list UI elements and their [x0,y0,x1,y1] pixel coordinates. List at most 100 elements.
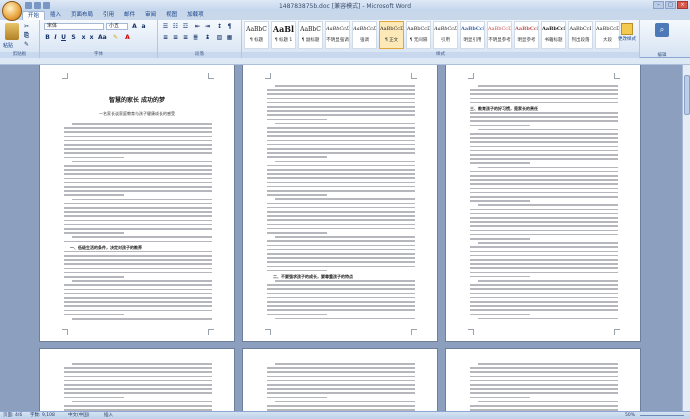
style-sample: AaBl [272,24,295,34]
tab-review[interactable]: 审阅 [140,11,161,20]
line-spacing-icon[interactable]: ↨ [204,34,211,41]
style-intense-quote[interactable]: AaBbCcDo 明显引用 [460,21,485,49]
style-emphasis[interactable]: AaBbCcD 强调 [352,21,377,49]
tab-view[interactable]: 视图 [161,11,182,20]
tab-mailings[interactable]: 邮件 [119,11,140,20]
page-count[interactable]: 页面: 4/6 [3,412,22,419]
text-line [470,112,618,114]
align-right-icon[interactable]: ≡ [182,34,189,41]
style-normal[interactable]: AaBbCcDo ¶ 正文 [379,21,404,49]
borders-icon[interactable]: ▦ [226,34,233,41]
text-line [470,301,618,303]
font-name-select[interactable]: 宋体 [44,23,104,30]
text-line [470,217,618,219]
underline-icon[interactable]: U [60,34,67,41]
word-count[interactable]: 字数: 9,108 [30,412,55,419]
insert-mode[interactable]: 插入 [104,412,113,419]
subscript-icon[interactable]: x [80,34,87,41]
cut-icon[interactable]: ✂ [23,23,30,30]
clipboard-group: 粘贴 ✂ ⎘ ✎ 剪贴板 [0,20,40,58]
text-line [267,223,415,226]
minimize-button[interactable]: – [653,1,664,9]
text-line [267,101,415,104]
text-line [470,392,618,394]
shrink-font-icon[interactable]: a [140,23,147,30]
scrollbar-thumb[interactable] [684,75,690,115]
change-styles-button[interactable]: 更改样式 [616,23,638,42]
maximize-button[interactable]: □ [665,1,676,9]
font-color-icon[interactable]: A [124,34,131,41]
sort-icon[interactable]: ↕ [216,23,223,30]
style-quote[interactable]: AaBbCcDo 引用 [433,21,458,49]
highlight-icon[interactable]: ✎ [112,34,119,41]
text-line [64,276,124,278]
style-title[interactable]: AaBbC ¶ 标题 [244,21,269,49]
find-icon[interactable]: ⌕ [655,23,669,37]
zoom-level[interactable]: 50% [625,412,635,419]
style-sample: AaBbCcD [353,26,377,32]
office-button[interactable] [2,1,22,21]
decrease-indent-icon[interactable]: ⇤ [194,23,201,30]
shading-icon[interactable]: ▨ [216,34,223,41]
style-intense-reference[interactable]: AaBbCcDo 明显参考 [514,21,539,49]
style-subtle-emphasis[interactable]: AaBbCcDo 不明显强调 [325,21,350,49]
tab-insert[interactable]: 插入 [45,11,66,20]
tab-home[interactable]: 开始 [22,11,46,20]
grow-font-icon[interactable]: A [131,23,138,30]
style-subtle-reference[interactable]: AaBbCcDo 不明显参考 [487,21,512,49]
tab-addins[interactable]: 加载项 [182,11,209,20]
text-line [267,240,415,242]
superscript-icon[interactable]: x [88,34,95,41]
text-line [267,375,415,378]
italic-icon[interactable]: I [52,34,59,41]
text-line [470,259,618,261]
bullets-icon[interactable]: ☰ [162,23,169,30]
tab-references[interactable]: 引用 [98,11,119,20]
style-list-paragraph[interactable]: AaBbCcI 列出段落 [568,21,593,49]
strikethrough-icon[interactable]: S [70,34,77,41]
text-line [267,181,415,184]
font-size-select[interactable]: 小五 [106,23,128,30]
increase-indent-icon[interactable]: ⇥ [204,23,211,30]
bold-icon[interactable]: B [44,34,51,41]
save-icon[interactable] [25,2,32,9]
language-indicator[interactable]: 中文(中国) [68,412,90,419]
paste-button[interactable]: 粘贴 [3,42,13,49]
paste-icon[interactable] [5,23,19,40]
align-left-icon[interactable]: ≡ [162,34,169,41]
numbering-icon[interactable]: ☷ [172,23,179,30]
style-book-title[interactable]: AaBbCcD 书籍标题 [541,21,566,49]
tab-page-layout[interactable]: 页面布局 [66,11,98,20]
text-line [267,257,415,259]
undo-icon[interactable] [34,2,41,9]
zoom-slider[interactable] [640,415,684,416]
text-line [478,204,618,206]
show-marks-icon[interactable]: ¶ [226,23,233,30]
style-name: 明显引用 [463,38,482,43]
text-line [267,305,415,307]
text-line [267,211,415,213]
text-line [64,207,212,209]
multilevel-list-icon[interactable]: ☲ [182,23,189,30]
redo-icon[interactable] [43,2,50,9]
text-line [267,309,415,311]
horizontal-ruler[interactable] [0,58,690,65]
style-sample: AaBbCcDo [461,26,484,32]
style-subtitle[interactable]: AaBbC ¶ 副标题 [298,21,323,49]
format-painter-icon[interactable]: ✎ [23,41,30,48]
text-line [72,198,212,201]
vertical-scrollbar[interactable] [682,65,690,411]
style-no-spacing[interactable]: AaBbCcDo ¶ 无间隔 [406,21,431,49]
style-heading1[interactable]: AaBl ¶ 标题 1 [271,21,296,49]
crop-mark [614,329,620,335]
close-button[interactable]: × [677,1,688,9]
align-center-icon[interactable]: ≡ [172,34,179,41]
text-line [470,191,618,194]
text-line [267,371,415,373]
justify-icon[interactable]: ≣ [192,34,199,41]
copy-icon[interactable]: ⎘ [23,32,30,39]
style-name: 引用 [441,38,450,43]
document-workspace[interactable]: 智慧的家长 成功的梦 一名家长谈家庭教育与孩子健康成长的感受 一、低级生活的条件，决… [0,65,690,411]
change-case-icon[interactable]: Aa [98,34,107,41]
text-line [64,392,212,394]
